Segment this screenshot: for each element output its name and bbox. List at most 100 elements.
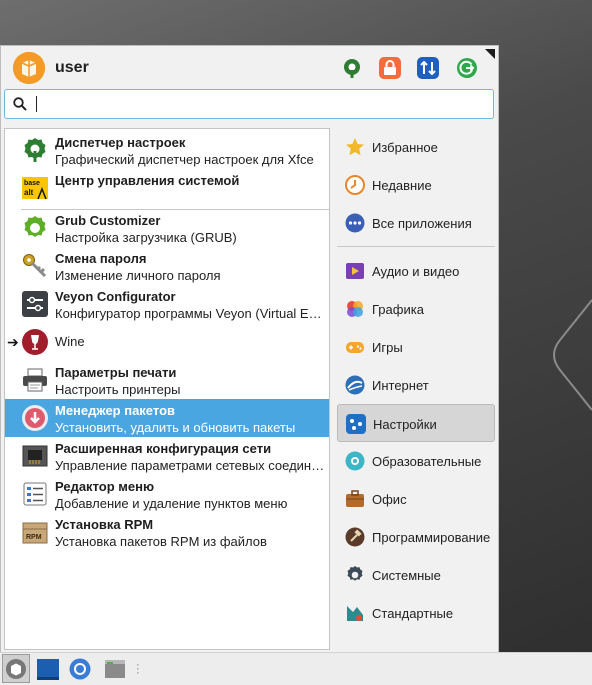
application-menu: user Диспетчер настроек Графический дисп… bbox=[0, 45, 499, 653]
category-label: Недавние bbox=[372, 178, 432, 193]
category-favorites[interactable]: Избранное bbox=[337, 128, 495, 166]
app-item-menu-editor[interactable]: Редактор меню Добавление и удаление пунк… bbox=[5, 475, 329, 513]
browser-icon bbox=[69, 658, 91, 680]
avatar[interactable] bbox=[13, 52, 45, 84]
file-manager-button[interactable] bbox=[103, 657, 127, 681]
file-manager-icon bbox=[105, 660, 125, 678]
clock-icon bbox=[345, 175, 365, 195]
search-box[interactable] bbox=[4, 89, 494, 119]
app-name: Параметры печати bbox=[55, 365, 177, 380]
switch-user-icon bbox=[417, 57, 439, 79]
lock-icon bbox=[379, 57, 401, 79]
settings-manager-icon bbox=[344, 59, 360, 78]
svg-text:RPM: RPM bbox=[26, 534, 42, 541]
keys-icon bbox=[23, 254, 47, 278]
lock-screen-button[interactable] bbox=[379, 57, 401, 79]
category-recent[interactable]: Недавние bbox=[337, 166, 495, 204]
app-name: Установка RPM bbox=[55, 517, 154, 532]
menu-header: user bbox=[1, 46, 498, 90]
app-item-grub-customizer[interactable]: Grub Customizer Настройка загрузчика (GR… bbox=[5, 209, 329, 247]
graphics-icon bbox=[347, 301, 363, 317]
category-label: Избранное bbox=[372, 140, 438, 155]
settings-manager-icon bbox=[24, 138, 46, 162]
taskbar-grip[interactable]: · · · bbox=[136, 660, 140, 679]
category-label: Интернет bbox=[372, 378, 429, 393]
app-item-rpm-install[interactable]: RPM Установка RPM Установка пакетов RPM … bbox=[5, 513, 329, 551]
app-name: Veyon Configurator bbox=[55, 289, 176, 304]
app-item-network-config[interactable]: Расширенная конфигурация сети Управление… bbox=[5, 437, 329, 475]
app-name: Менеджер пакетов bbox=[55, 403, 175, 418]
app-item-print-settings[interactable]: Параметры печати Настроить принтеры bbox=[5, 361, 329, 399]
app-item-control-center[interactable]: base alt Центр управления системой bbox=[5, 169, 329, 207]
app-description: Изменение личного пароля bbox=[55, 268, 221, 283]
desktop-icon bbox=[37, 659, 59, 680]
app-item-change-password[interactable]: Смена пароля Изменение личного пароля bbox=[5, 247, 329, 285]
category-label: Аудио и видео bbox=[372, 264, 460, 279]
browser-button[interactable] bbox=[68, 657, 92, 681]
gear-icon bbox=[24, 216, 46, 237]
taskbar: · · · bbox=[0, 652, 592, 685]
gamepad-icon bbox=[346, 342, 364, 353]
accessories-icon bbox=[347, 606, 363, 621]
menu-editor-icon bbox=[23, 482, 47, 506]
app-item-veyon-configurator[interactable]: Veyon Configurator Конфигуратор программ… bbox=[5, 285, 329, 323]
category-internet[interactable]: Интернет bbox=[337, 366, 495, 404]
package-manager-icon bbox=[22, 405, 48, 431]
category-label: Настройки bbox=[373, 417, 437, 432]
hammer-icon bbox=[345, 527, 365, 547]
category-all-apps[interactable]: Все приложения bbox=[337, 204, 495, 242]
app-description: Установить, удалить и обновить пакеты bbox=[55, 420, 296, 435]
app-description: Установка пакетов RPM из файлов bbox=[55, 534, 267, 549]
veyon-icon bbox=[22, 291, 48, 317]
category-label: Стандартные bbox=[372, 606, 454, 621]
app-description: Конфигуратор программы Veyon (Virtual E… bbox=[55, 306, 322, 321]
app-name: Центр управления системой bbox=[55, 173, 240, 188]
app-name: Смена пароля bbox=[55, 251, 147, 266]
category-label: Графика bbox=[372, 302, 424, 317]
app-description: Настроить принтеры bbox=[55, 382, 181, 397]
gear-icon bbox=[347, 566, 363, 581]
app-name: Wine bbox=[55, 334, 85, 349]
menu-launcher-icon bbox=[6, 659, 26, 679]
settings-icon bbox=[346, 414, 366, 434]
logout-icon bbox=[457, 58, 477, 78]
all-apps-icon bbox=[345, 213, 365, 233]
app-name: Диспетчер настроек bbox=[55, 135, 186, 150]
svg-text:alt: alt bbox=[24, 188, 34, 197]
settings-manager-button[interactable] bbox=[341, 57, 363, 79]
app-item-package-manager[interactable]: Менеджер пакетов Установить, удалить и о… bbox=[5, 399, 329, 437]
username: user bbox=[55, 59, 89, 76]
category-label: Образовательные bbox=[372, 454, 482, 469]
user-avatar-icon bbox=[13, 52, 45, 84]
submenu-arrow-icon: ➔ bbox=[7, 334, 19, 350]
logout-button[interactable] bbox=[456, 57, 478, 79]
search-icon bbox=[13, 97, 27, 111]
category-list: Избранное Недавние Все приложения Аудио … bbox=[337, 128, 497, 650]
text-cursor bbox=[36, 96, 37, 112]
category-multimedia[interactable]: Аудио и видео bbox=[337, 252, 495, 290]
app-item-wine[interactable]: ➔ Wine bbox=[5, 323, 329, 361]
category-separator bbox=[337, 246, 495, 247]
category-system[interactable]: Системные bbox=[337, 556, 495, 594]
app-list: Диспетчер настроек Графический диспетчер… bbox=[4, 128, 330, 650]
education-icon bbox=[345, 451, 365, 471]
app-description: Графический диспетчер настроек для Xfce bbox=[55, 152, 314, 167]
search-input[interactable] bbox=[41, 92, 485, 118]
category-office[interactable]: Офис bbox=[337, 480, 495, 518]
svg-text:base: base bbox=[24, 180, 40, 187]
category-development[interactable]: Программирование bbox=[337, 518, 495, 556]
app-name: Редактор меню bbox=[55, 479, 155, 494]
printer-icon bbox=[23, 368, 47, 392]
category-accessories[interactable]: Стандартные bbox=[337, 594, 495, 632]
switch-user-button[interactable] bbox=[417, 57, 439, 79]
briefcase-icon bbox=[346, 490, 364, 507]
category-games[interactable]: Игры bbox=[337, 328, 495, 366]
menu-launcher-button[interactable] bbox=[2, 654, 30, 683]
app-item-settings-manager[interactable]: Диспетчер настроек Графический диспетчер… bbox=[5, 131, 329, 169]
app-description: Добавление и удаление пунктов меню bbox=[55, 496, 288, 511]
category-education[interactable]: Образовательные bbox=[337, 442, 495, 480]
category-graphics[interactable]: Графика bbox=[337, 290, 495, 328]
basealt-logo-icon: base alt bbox=[22, 177, 48, 200]
category-settings[interactable]: Настройки bbox=[337, 404, 495, 442]
show-desktop-button[interactable] bbox=[36, 657, 60, 681]
